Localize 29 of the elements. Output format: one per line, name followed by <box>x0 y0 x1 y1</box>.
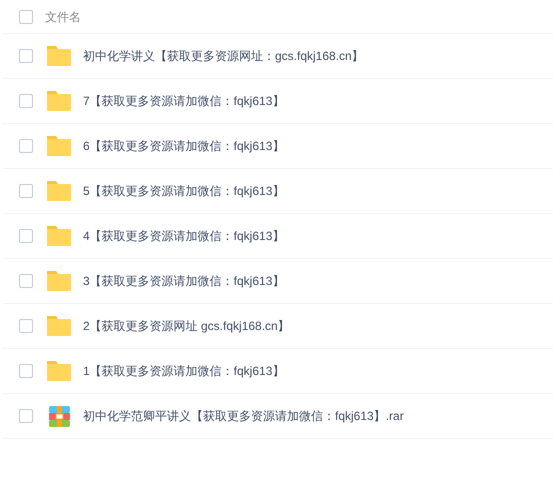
archive-icon <box>48 406 70 426</box>
file-name[interactable]: 初中化学范卿平讲义【获取更多资源请加微信：fqkj613】.rar <box>83 407 404 425</box>
folder-icon <box>46 270 72 292</box>
checkbox[interactable] <box>19 139 33 153</box>
folder-icon <box>46 225 72 247</box>
checkbox[interactable] <box>19 10 33 24</box>
folder-icon <box>46 315 72 337</box>
folder-icon <box>46 360 72 382</box>
file-name[interactable]: 6【获取更多资源请加微信：fqkj613】 <box>83 137 284 155</box>
file-name[interactable]: 5【获取更多资源请加微信：fqkj613】 <box>83 182 284 200</box>
file-name[interactable]: 3【获取更多资源请加微信：fqkj613】 <box>83 272 284 290</box>
folder-icon <box>46 45 72 67</box>
checkbox[interactable] <box>19 49 33 63</box>
folder-icon <box>46 90 72 112</box>
folder-icon <box>46 180 72 202</box>
checkbox[interactable] <box>19 319 33 333</box>
checkbox[interactable] <box>19 409 33 423</box>
column-header[interactable]: 文件名 <box>45 8 81 26</box>
file-name[interactable]: 7【获取更多资源请加微信：fqkj613】 <box>83 92 284 110</box>
file-name[interactable]: 1【获取更多资源请加微信：fqkj613】 <box>83 362 284 380</box>
file-name[interactable]: 2【获取更多资源网址 gcs.fqkj168.cn】 <box>83 317 290 335</box>
file-name[interactable]: 初中化学讲义【获取更多资源网址：gcs.fqkj168.cn】 <box>83 47 364 65</box>
checkbox[interactable] <box>19 229 33 243</box>
checkbox[interactable] <box>19 184 33 198</box>
file-name[interactable]: 4【获取更多资源请加微信：fqkj613】 <box>83 227 284 245</box>
checkbox[interactable] <box>19 364 33 378</box>
checkbox[interactable] <box>19 94 33 108</box>
checkbox[interactable] <box>19 274 33 288</box>
folder-icon <box>46 135 72 157</box>
